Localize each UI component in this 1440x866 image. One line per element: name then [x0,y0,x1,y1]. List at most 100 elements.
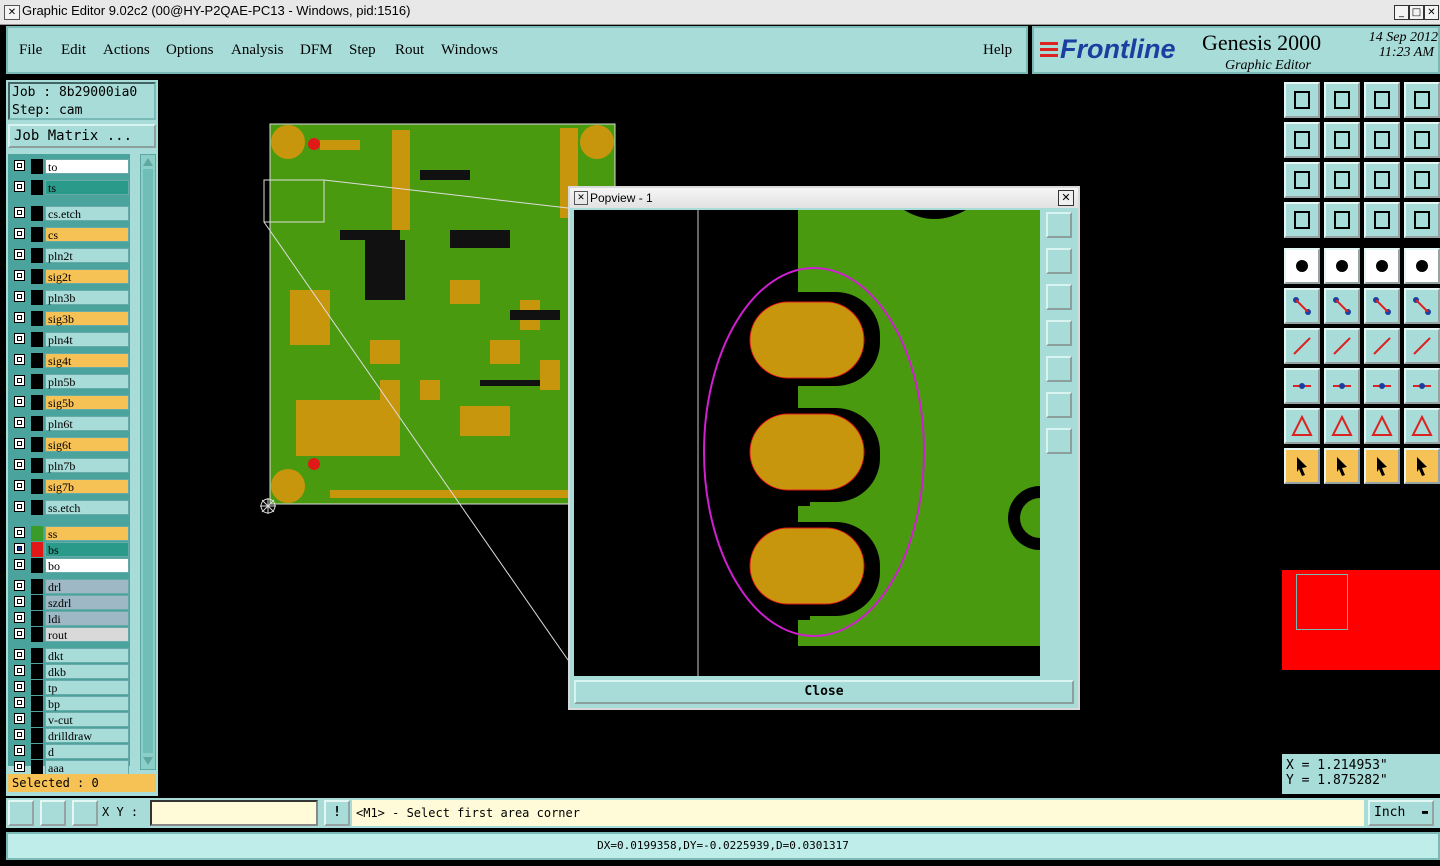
popview-tool-6[interactable] [1046,392,1072,418]
layer-checkbox[interactable] [14,713,25,724]
layer-checkbox[interactable] [14,354,25,365]
layer-row-sig7b[interactable]: sig7b [12,479,130,494]
tool-flip-button[interactable] [1404,328,1440,364]
tool-move-point-button[interactable] [1364,288,1400,324]
layer-checkbox[interactable] [14,417,25,428]
layer-row-sig4t[interactable]: sig4t [12,353,130,368]
tool-ruler-button[interactable] [1364,248,1400,284]
layer-checkbox[interactable] [14,665,25,676]
tool-select-3-button[interactable] [1364,448,1400,484]
layer-row-bs[interactable]: bs [12,542,130,557]
layer-checkbox[interactable] [14,580,25,591]
layer-row-ss[interactable]: ss [12,526,130,541]
layer-color-swatch[interactable] [31,395,43,410]
tool-slash-button[interactable] [1324,328,1360,364]
tool-triangle-4-button[interactable] [1404,408,1440,444]
layer-checkbox[interactable] [14,501,25,512]
layer-checkbox[interactable] [14,761,25,772]
layer-name[interactable]: drilldraw [45,728,129,743]
layer-checkbox[interactable] [14,459,25,470]
layer-checkbox[interactable] [14,333,25,344]
layer-color-swatch[interactable] [31,500,43,515]
layer-color-swatch[interactable] [31,611,43,626]
layer-row-bp[interactable]: bp [12,696,130,711]
layer-row-sig6t[interactable]: sig6t [12,437,130,452]
layer-row-sig2t[interactable]: sig2t [12,269,130,284]
menu-edit[interactable]: Edit [61,42,86,59]
layer-checkbox[interactable] [14,438,25,449]
layer-checkbox[interactable] [14,160,25,171]
layer-checkbox[interactable] [14,649,25,660]
layer-name[interactable]: d [45,744,129,759]
layer-color-swatch[interactable] [31,416,43,431]
layer-row-pln4t[interactable]: pln4t [12,332,130,347]
layer-color-swatch[interactable] [31,627,43,642]
tool-line-add-button[interactable] [1324,248,1360,284]
layer-color-swatch[interactable] [31,526,43,541]
layer-color-swatch[interactable] [31,311,43,326]
layer-name[interactable]: to [45,159,129,174]
layer-color-swatch[interactable] [31,728,43,743]
layer-color-swatch[interactable] [31,696,43,711]
app-menu-icon[interactable]: ✕ [4,5,20,20]
tool-export-button[interactable] [1324,82,1360,118]
layer-name[interactable]: ldi [45,611,129,626]
grid-tool[interactable] [72,800,98,826]
layer-name[interactable]: sig4t [45,353,129,368]
tool-shapes-button[interactable] [1404,368,1440,404]
popview-menu-icon[interactable]: ✕ [574,191,588,205]
layer-checkbox[interactable] [14,729,25,740]
layer-color-swatch[interactable] [31,353,43,368]
layer-row-rout[interactable]: rout [12,627,130,642]
layer-name[interactable]: sig7b [45,479,129,494]
tool-center-button[interactable] [1324,162,1360,198]
popview-zoom-view[interactable] [574,210,1040,676]
tool-left-button[interactable] [1284,122,1320,158]
tool-triangle-button[interactable] [1284,408,1320,444]
layer-name[interactable]: sig2t [45,269,129,284]
tool-grid-button[interactable] [1324,202,1360,238]
xy-input[interactable] [150,800,318,826]
layer-checkbox[interactable] [14,207,25,218]
layer-checkbox[interactable] [14,312,25,323]
layer-checkbox[interactable] [14,559,25,570]
layer-name[interactable]: bo [45,558,129,573]
layer-color-swatch[interactable] [31,458,43,473]
tool-pad-shape-button[interactable] [1284,368,1320,404]
menu-step[interactable]: Step [349,42,376,59]
layer-name[interactable]: pln4t [45,332,129,347]
layer-scrollbar[interactable] [140,154,156,770]
layer-color-swatch[interactable] [31,760,43,775]
layer-color-swatch[interactable] [31,269,43,284]
layer-row-dkt[interactable]: dkt [12,648,130,663]
layer-name[interactable]: v-cut [45,712,129,727]
tool-point-button[interactable] [1404,288,1440,324]
close-window-button[interactable]: ✕ [1424,5,1439,20]
layer-checkbox[interactable] [14,681,25,692]
tool-fit-button[interactable] [1284,162,1320,198]
minimize-button[interactable]: _ [1394,5,1409,20]
layer-checkbox[interactable] [14,612,25,623]
layer-row-bo[interactable]: bo [12,558,130,573]
layer-color-swatch[interactable] [31,248,43,263]
popview-tool-3[interactable] [1046,284,1072,310]
menu-help[interactable]: Help [983,42,1012,59]
tool-split-view-button[interactable] [1404,82,1440,118]
tool-circle-button[interactable] [1404,248,1440,284]
tool-help-button[interactable] [1404,162,1440,198]
menu-rout[interactable]: Rout [395,42,424,59]
menu-file[interactable]: File [19,42,42,59]
tool-triangle-3-button[interactable] [1364,408,1400,444]
job-matrix-button[interactable]: Job Matrix ... [8,124,156,148]
layer-checkbox[interactable] [14,396,25,407]
popview-tool-7[interactable] [1046,428,1072,454]
popview-close-icon[interactable]: ✕ [1058,190,1074,206]
layer-color-swatch[interactable] [31,437,43,452]
layer-row-pln3b[interactable]: pln3b [12,290,130,305]
layer-name[interactable]: bs [45,542,129,557]
layer-checkbox[interactable] [14,249,25,260]
layer-row-pln6t[interactable]: pln6t [12,416,130,431]
layer-row-to[interactable]: to [12,159,130,174]
menu-windows[interactable]: Windows [441,42,498,59]
layer-name[interactable]: cs.etch [45,206,129,221]
